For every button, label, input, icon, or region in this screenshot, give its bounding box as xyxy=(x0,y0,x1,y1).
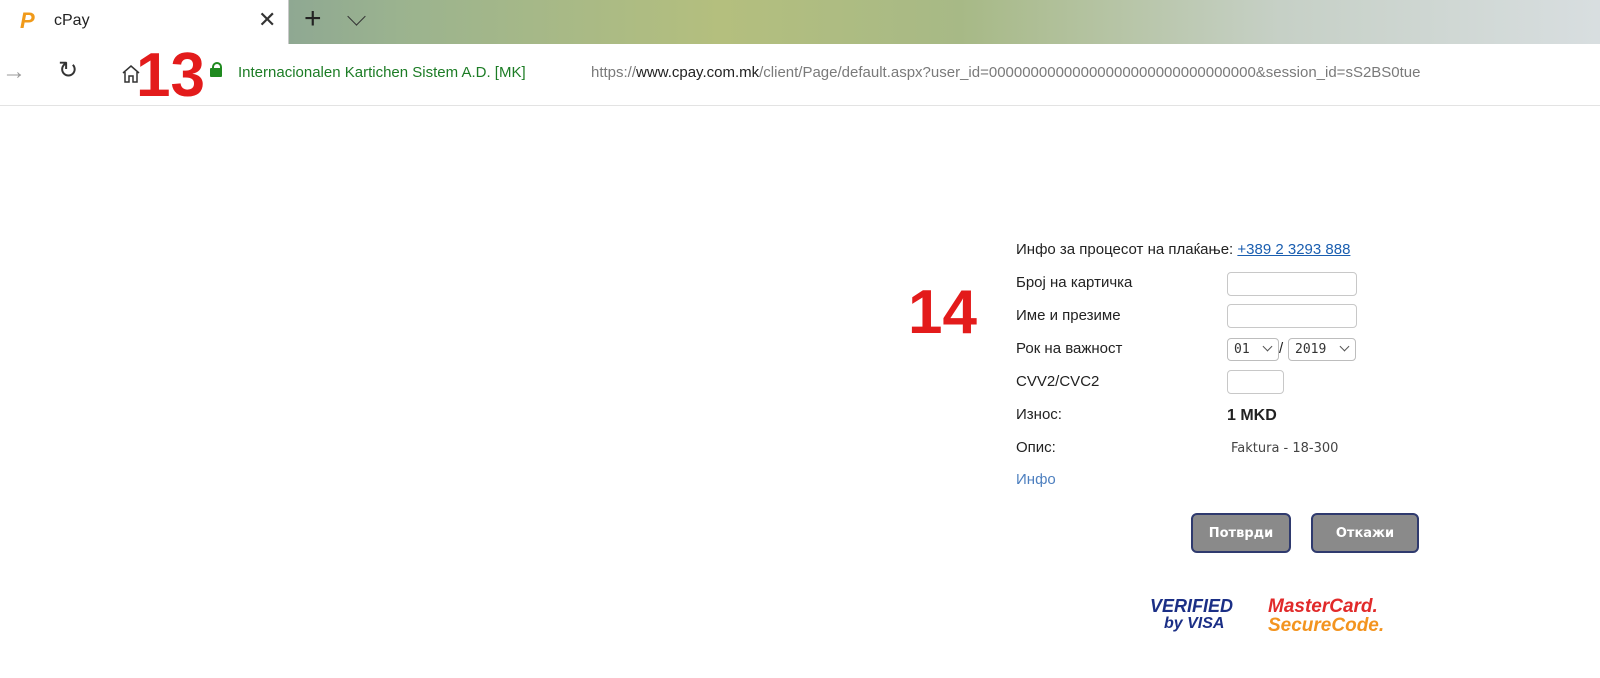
annotation-13: 13 xyxy=(136,41,205,110)
expiry-month-value: 01 xyxy=(1234,342,1250,357)
payment-info-text: Инфо за процесот на плаќање: xyxy=(1016,241,1234,258)
url-text: https://www.cpay.com.mk/client/Page/defa… xyxy=(591,64,1421,81)
expiry-year-select[interactable]: 2019 xyxy=(1288,338,1356,361)
chevron-down-icon[interactable] xyxy=(347,7,366,26)
cancel-button[interactable]: Откажи xyxy=(1311,513,1419,553)
annotation-14: 14 xyxy=(908,278,977,347)
forward-arrow-icon[interactable]: → xyxy=(2,58,26,86)
chevron-down-icon xyxy=(1262,341,1273,352)
visa-logo-line2: by VISA xyxy=(1164,615,1225,632)
description-label: Опис: xyxy=(1016,439,1056,456)
expiry-label: Рок на важност xyxy=(1016,340,1123,357)
close-icon[interactable]: ✕ xyxy=(258,7,276,33)
visa-logo-line1: VERIFIED xyxy=(1150,596,1234,616)
amount-label: Износ: xyxy=(1016,406,1062,423)
amount-value: 1 MKD xyxy=(1227,407,1277,424)
name-label: Име и презиме xyxy=(1016,307,1121,324)
navigation-bar: → ↻ Internacionalen Kartichen Sistem A.D… xyxy=(0,44,1600,106)
certificate-label: Internacionalen Kartichen Sistem A.D. [M… xyxy=(238,64,526,81)
address-bar[interactable]: Internacionalen Kartichen Sistem A.D. [M… xyxy=(210,44,1600,105)
cvv-label: CVV2/CVC2 xyxy=(1016,373,1100,390)
expiry-separator: / xyxy=(1279,340,1284,357)
expiry-year-value: 2019 xyxy=(1295,342,1327,357)
lock-icon xyxy=(210,62,222,77)
description-value: Faktura - 18-300 xyxy=(1231,441,1339,456)
card-number-label: Број на картичка xyxy=(1016,274,1133,291)
mastercard-logo-line1: MasterCard. xyxy=(1268,596,1378,617)
verified-by-visa-logo: VERIFIED by VISA xyxy=(1150,596,1234,632)
name-input[interactable] xyxy=(1227,304,1357,328)
paypal-p-icon: P xyxy=(20,8,35,33)
plus-icon[interactable]: + xyxy=(304,2,322,36)
mastercard-securecode-logo: MasterCard. SecureCode. xyxy=(1268,597,1384,635)
info-link[interactable]: Инфо xyxy=(1016,471,1056,488)
card-number-input[interactable] xyxy=(1227,272,1357,296)
payment-info-line: Инфо за процесот на плаќање: +389 2 3293… xyxy=(1016,241,1350,258)
browser-tab[interactable]: P cPay ✕ xyxy=(0,0,289,44)
cvv-input[interactable] xyxy=(1227,370,1284,394)
tab-title: cPay xyxy=(54,12,90,29)
mastercard-logo-line2: SecureCode. xyxy=(1268,615,1385,636)
tab-bar: P cPay ✕ + xyxy=(0,0,1600,44)
chevron-down-icon xyxy=(1339,341,1350,352)
confirm-button[interactable]: Потврди xyxy=(1191,513,1291,553)
support-phone-link[interactable]: +389 2 3293 888 xyxy=(1237,241,1350,258)
expiry-month-select[interactable]: 01 xyxy=(1227,338,1279,361)
refresh-icon[interactable]: ↻ xyxy=(58,56,78,85)
